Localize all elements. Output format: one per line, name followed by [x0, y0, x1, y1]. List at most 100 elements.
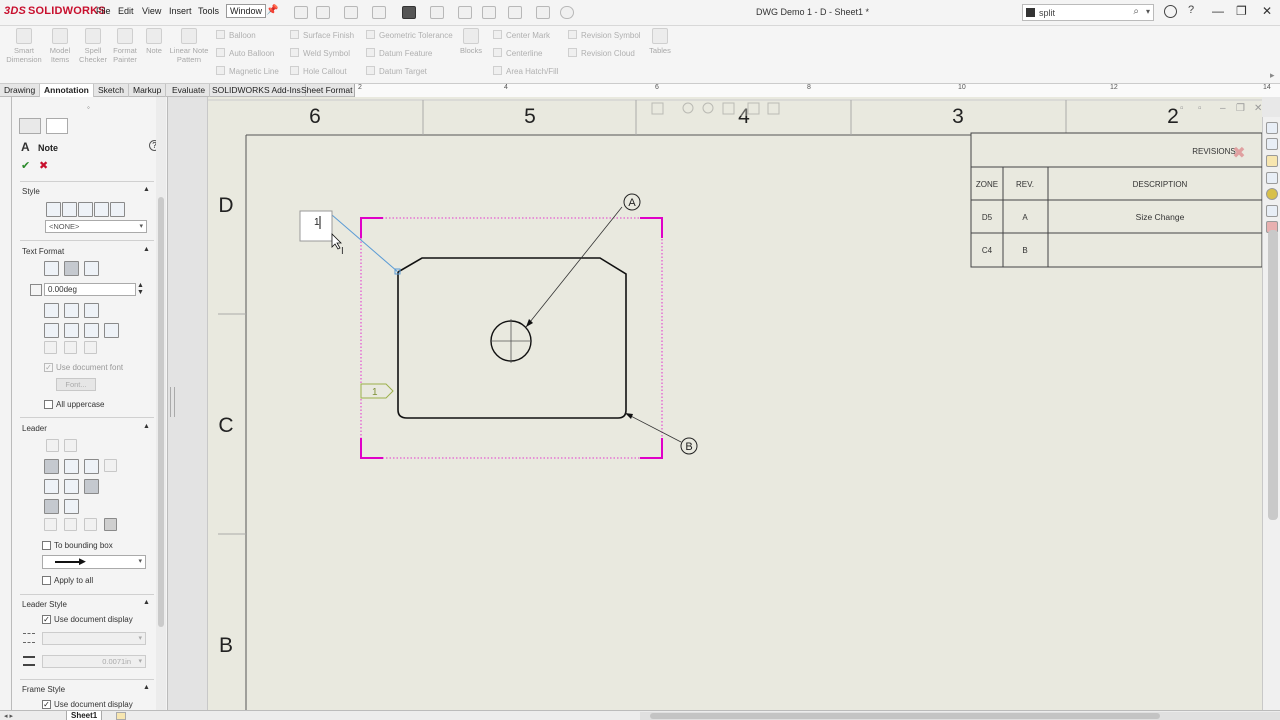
- design-library-icon[interactable]: [1266, 138, 1278, 150]
- leader-style-section-header[interactable]: Leader Style: [22, 600, 67, 609]
- stack-icon[interactable]: [64, 341, 77, 354]
- revision-symbol-button[interactable]: Revision Symbol: [568, 30, 641, 40]
- menu-window[interactable]: Window: [226, 4, 267, 18]
- leader-section-header[interactable]: Leader: [22, 424, 47, 433]
- frame-use-document-display-checkbox[interactable]: ✓: [42, 700, 51, 709]
- style-section-header[interactable]: Style: [22, 187, 40, 196]
- splitter-handle[interactable]: [170, 387, 175, 417]
- undo-icon[interactable]: [430, 6, 444, 19]
- save-icon[interactable]: [372, 6, 386, 19]
- file-explorer-icon[interactable]: [1266, 155, 1278, 167]
- tab-add-ins[interactable]: SOLIDWORKS Add-Ins: [208, 84, 306, 97]
- hole-callout-icon[interactable]: [44, 341, 57, 354]
- property-manager-tab[interactable]: [46, 118, 68, 134]
- tab-annotation[interactable]: Annotation: [40, 84, 94, 97]
- search-commands-icon[interactable]: [1026, 8, 1035, 17]
- load-style-icon[interactable]: [110, 202, 125, 217]
- leader-straight-icon[interactable]: [44, 499, 59, 514]
- tab-sketch[interactable]: Sketch: [94, 84, 129, 97]
- add-symbol-icon[interactable]: [84, 303, 99, 318]
- attach-bottom-icon[interactable]: [84, 518, 97, 531]
- insert-hyperlink-icon[interactable]: [44, 303, 59, 318]
- geometric-tolerance-button[interactable]: Geometric Tolerance: [366, 30, 453, 40]
- canvas-horizontal-scrollbar[interactable]: [640, 712, 1280, 720]
- search-box[interactable]: ⌕ ▾: [1022, 4, 1154, 21]
- viewport-restore-icon[interactable]: ❐: [1236, 103, 1245, 114]
- new-document-icon[interactable]: [316, 6, 330, 19]
- panel-scrollbar[interactable]: [156, 97, 166, 710]
- frame-style-section-header[interactable]: Frame Style: [22, 685, 65, 694]
- collapse-chevron-icon[interactable]: ▲: [143, 599, 150, 606]
- spline-leader-icon[interactable]: [84, 459, 99, 474]
- attach-middle-icon[interactable]: [64, 518, 77, 531]
- tab-sheet-format[interactable]: Sheet Format: [297, 84, 358, 97]
- print-icon[interactable]: [402, 6, 416, 19]
- feature-manager-tab[interactable]: [19, 118, 41, 134]
- drawing-canvas[interactable]: 6 5 4 3 2 D C B A B 1 I 1 REVISIONS ✖ ZO…: [208, 97, 1263, 710]
- help-icon[interactable]: ?: [1188, 4, 1194, 16]
- drawing-sheet[interactable]: 6 5 4 3 2 D C B A B 1 I 1 REVISIONS ✖ ZO…: [208, 97, 1263, 710]
- appearances-icon[interactable]: [1266, 188, 1278, 200]
- revision-cloud-button[interactable]: Revision Cloud: [568, 48, 635, 58]
- panel-splitter[interactable]: [168, 97, 208, 710]
- attach-top-icon[interactable]: [44, 518, 57, 531]
- viewport-minimize-icon[interactable]: –: [1220, 103, 1226, 114]
- angle-spinner-icon[interactable]: ▲ ▼: [137, 282, 144, 296]
- insert-gtol-icon[interactable]: [64, 323, 79, 338]
- sheet-tab[interactable]: Sheet1: [66, 711, 103, 720]
- panel-grip-icon[interactable]: ◦: [87, 103, 90, 112]
- home-icon[interactable]: [294, 6, 308, 19]
- no-leader-icon[interactable]: [104, 459, 117, 472]
- hole-callout-button[interactable]: Hole Callout: [290, 66, 347, 76]
- view-options-icon[interactable]: [536, 6, 550, 19]
- blocks-button[interactable]: Blocks: [449, 28, 493, 55]
- angle-field[interactable]: 0.00deg: [44, 283, 136, 296]
- leader-nearest-icon[interactable]: [84, 479, 99, 494]
- leader-left-icon[interactable]: [44, 479, 59, 494]
- close-button[interactable]: ✕: [1262, 4, 1272, 18]
- centerline-button[interactable]: Centerline: [493, 48, 542, 58]
- weld-symbol-button[interactable]: Weld Symbol: [290, 48, 350, 58]
- sheet-nav-icons[interactable]: ◂ ▸: [4, 712, 13, 720]
- ok-button[interactable]: ✔: [21, 159, 30, 172]
- restore-button[interactable]: ❐: [1236, 4, 1247, 18]
- all-uppercase-checkbox[interactable]: [44, 400, 53, 409]
- canvas-vertical-scrollbar[interactable]: [1268, 230, 1278, 520]
- horizontal-scrollbar-thumb[interactable]: [650, 713, 1160, 719]
- open-icon[interactable]: [344, 6, 358, 19]
- search-magnifier-icon[interactable]: ⌕: [1133, 6, 1139, 17]
- align-right-icon[interactable]: [84, 261, 99, 276]
- linear-note-pattern-button[interactable]: Linear Note Pattern: [167, 28, 211, 64]
- datum-target-button[interactable]: Datum Target: [366, 66, 427, 76]
- collapse-chevron-icon[interactable]: ▲: [143, 246, 150, 253]
- leader-use-document-display-checkbox[interactable]: ✓: [42, 615, 51, 624]
- leader-auto-icon[interactable]: [46, 439, 59, 452]
- tab-drawing[interactable]: Drawing: [0, 84, 41, 97]
- file-properties-icon[interactable]: [508, 6, 522, 19]
- leader-right-icon[interactable]: [64, 479, 79, 494]
- arrow-style-select[interactable]: ▶ ▾: [42, 555, 146, 569]
- surface-finish-icon[interactable]: [84, 323, 99, 338]
- tab-markup[interactable]: Markup: [129, 84, 167, 97]
- text-format-section-header[interactable]: Text Format: [22, 247, 64, 256]
- auto-balloon-button[interactable]: Auto Balloon: [216, 48, 274, 58]
- update-style-icon[interactable]: [78, 202, 93, 217]
- menu-edit[interactable]: Edit: [118, 6, 134, 16]
- apply-to-all-checkbox[interactable]: [42, 576, 51, 585]
- to-bounding-box-checkbox[interactable]: [42, 541, 51, 550]
- collapse-chevron-icon[interactable]: ▲: [143, 423, 150, 430]
- magnetic-line-button[interactable]: Magnetic Line: [216, 66, 279, 76]
- attach-nearest-icon[interactable]: [104, 518, 117, 531]
- options-gear-icon[interactable]: [560, 6, 574, 19]
- add-style-icon[interactable]: [62, 202, 77, 217]
- solidworks-resources-icon[interactable]: [1266, 122, 1278, 134]
- pin-icon[interactable]: 📌: [266, 5, 278, 16]
- lock-insert-icon[interactable]: [44, 323, 59, 338]
- menu-file[interactable]: File: [96, 6, 111, 16]
- viewport-split-icon[interactable]: ▫: [1180, 103, 1184, 114]
- align-center-icon[interactable]: [64, 261, 79, 276]
- menu-view[interactable]: View: [142, 6, 161, 16]
- minimize-button[interactable]: —: [1212, 4, 1224, 18]
- cancel-button[interactable]: ✖: [39, 159, 48, 172]
- link-to-property-icon[interactable]: [64, 303, 79, 318]
